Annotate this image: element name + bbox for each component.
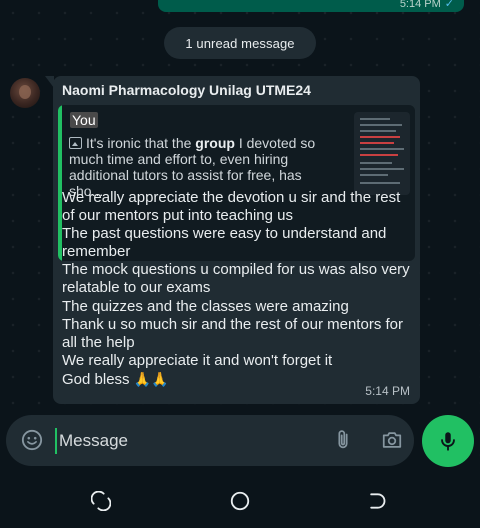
attach-icon[interactable] <box>332 428 354 452</box>
folded-hands-icon: 🙏🙏 <box>133 370 169 387</box>
home-icon[interactable] <box>229 490 251 512</box>
read-check-icon: ✓ <box>444 0 454 10</box>
back-icon[interactable] <box>367 491 387 511</box>
message-line: We really appreciate the devotion u sir … <box>62 189 405 225</box>
sender-avatar[interactable] <box>10 78 40 108</box>
message-line: We really appreciate it and won't forget… <box>62 351 333 369</box>
voice-record-button[interactable] <box>422 415 474 467</box>
microphone-icon <box>441 432 455 451</box>
recent-apps-icon[interactable] <box>91 491 111 511</box>
message-closing: God bless 🙏🙏 <box>62 370 169 388</box>
sender-name[interactable]: Naomi Pharmacology Unilag UTME24 <box>62 82 311 98</box>
message-input[interactable] <box>55 428 319 454</box>
image-icon <box>69 137 82 149</box>
message-bubble[interactable]: Naomi Pharmacology Unilag UTME24 You It'… <box>45 76 420 404</box>
quote-thumbnail <box>354 112 410 195</box>
previous-message-time: 5:14 PM ✓ <box>399 0 454 10</box>
message-line: The mock questions u compiled for us was… <box>62 261 414 297</box>
message-time: 5:14 PM <box>365 384 410 398</box>
previous-message-bubble[interactable]: 5:14 PM ✓ <box>158 0 464 12</box>
camera-icon[interactable] <box>380 429 404 451</box>
unread-banner: 1 unread message <box>164 27 316 59</box>
quote-author: You <box>70 112 98 128</box>
message-text: We really appreciate the devotion u sir … <box>62 189 414 389</box>
system-nav-bar <box>0 476 480 528</box>
message-composer <box>6 415 414 466</box>
message-line: The quizzes and the classes were amazing <box>62 297 349 315</box>
message-line: The past questions were easy to understa… <box>62 225 391 261</box>
emoji-icon[interactable] <box>21 429 43 451</box>
message-line: Thank u so much sir and the rest of our … <box>62 315 408 351</box>
